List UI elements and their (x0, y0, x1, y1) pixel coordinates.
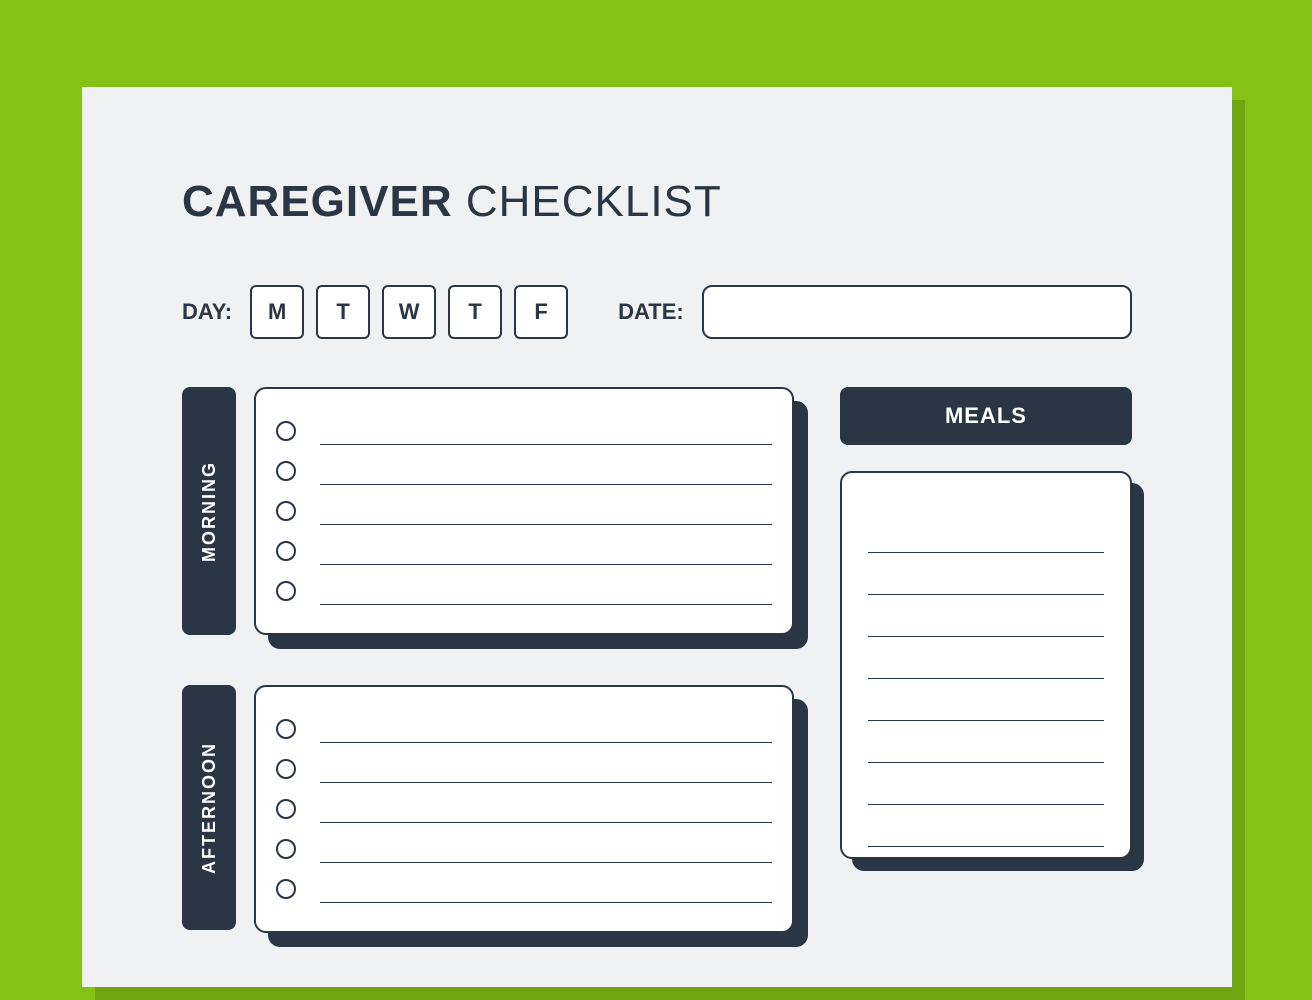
morning-tab: MORNING (182, 387, 236, 635)
write-line[interactable] (320, 524, 772, 525)
list-item (276, 571, 772, 611)
checkbox-circle[interactable] (276, 541, 296, 561)
meals-header: MEALS (840, 387, 1132, 445)
content-row: MORNING AFTERNOON (182, 387, 1132, 983)
write-line[interactable] (868, 763, 1104, 805)
write-line[interactable] (320, 444, 772, 445)
page-title: CAREGIVER CHECKLIST (182, 177, 1132, 227)
list-item (276, 709, 772, 749)
afternoon-tab-label: AFTERNOON (199, 742, 220, 874)
right-column: MEALS (840, 387, 1132, 983)
morning-section: MORNING (182, 387, 794, 635)
morning-card-wrap (254, 387, 794, 635)
title-bold: CAREGIVER (182, 177, 453, 226)
write-line[interactable] (320, 822, 772, 823)
write-line[interactable] (868, 805, 1104, 847)
list-item (276, 531, 772, 571)
checkbox-circle[interactable] (276, 759, 296, 779)
write-line[interactable] (320, 862, 772, 863)
list-item (276, 451, 772, 491)
checkbox-circle[interactable] (276, 581, 296, 601)
date-input[interactable] (702, 285, 1132, 339)
day-label: DAY: (182, 299, 232, 325)
checkbox-circle[interactable] (276, 839, 296, 859)
meals-card (840, 471, 1132, 859)
write-line[interactable] (868, 511, 1104, 553)
left-column: MORNING AFTERNOON (182, 387, 794, 983)
day-box-fri[interactable]: F (514, 285, 568, 339)
list-item (276, 829, 772, 869)
write-line[interactable] (320, 782, 772, 783)
list-item (276, 749, 772, 789)
afternoon-card (254, 685, 794, 933)
write-line[interactable] (868, 679, 1104, 721)
write-line[interactable] (868, 637, 1104, 679)
afternoon-section: AFTERNOON (182, 685, 794, 933)
day-box-mon[interactable]: M (250, 285, 304, 339)
write-line[interactable] (320, 484, 772, 485)
day-date-row: DAY: M T W T F DATE: (182, 285, 1132, 339)
write-line[interactable] (868, 721, 1104, 763)
afternoon-tab: AFTERNOON (182, 685, 236, 930)
morning-tab-label: MORNING (199, 461, 220, 562)
checkbox-circle[interactable] (276, 461, 296, 481)
write-line[interactable] (320, 902, 772, 903)
list-item (276, 789, 772, 829)
document-page: CAREGIVER CHECKLIST DAY: M T W T F DATE:… (82, 87, 1232, 987)
day-boxes: M T W T F (250, 285, 568, 339)
checkbox-circle[interactable] (276, 501, 296, 521)
checkbox-circle[interactable] (276, 879, 296, 899)
checkbox-circle[interactable] (276, 799, 296, 819)
write-line[interactable] (320, 564, 772, 565)
day-box-wed[interactable]: W (382, 285, 436, 339)
write-line[interactable] (868, 553, 1104, 595)
checkbox-circle[interactable] (276, 719, 296, 739)
write-line[interactable] (320, 742, 772, 743)
morning-card (254, 387, 794, 635)
write-line[interactable] (868, 595, 1104, 637)
list-item (276, 491, 772, 531)
afternoon-card-wrap (254, 685, 794, 933)
list-item (276, 411, 772, 451)
title-light: CHECKLIST (466, 177, 722, 226)
meals-card-wrap (840, 471, 1132, 859)
day-box-thu[interactable]: T (448, 285, 502, 339)
list-item (276, 869, 772, 909)
checkbox-circle[interactable] (276, 421, 296, 441)
write-line[interactable] (320, 604, 772, 605)
date-label: DATE: (618, 299, 684, 325)
day-box-tue[interactable]: T (316, 285, 370, 339)
